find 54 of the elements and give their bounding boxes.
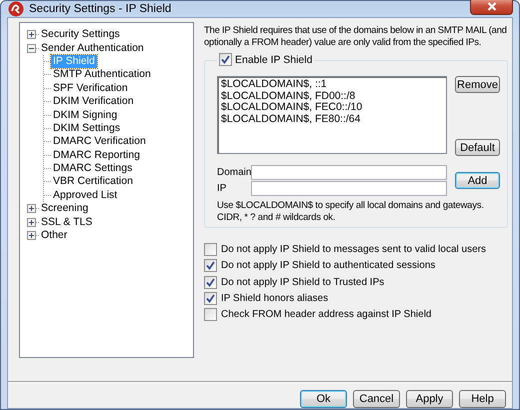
- tree-item[interactable]: Approved List: [51, 188, 120, 202]
- list-item[interactable]: $LOCALDOMAIN$, ::1: [221, 79, 443, 90]
- tree-item[interactable]: VBR Certification: [51, 175, 135, 188]
- tree-item[interactable]: DKIM Signing: [51, 108, 120, 122]
- checkbox[interactable]: [204, 243, 217, 256]
- checkbox-label: IP Shield honors aliases: [221, 293, 328, 304]
- tree-item[interactable]: Sender Authentication: [39, 42, 146, 55]
- tree-item[interactable]: Security Settings: [39, 28, 122, 42]
- default-button[interactable]: Default: [455, 139, 500, 156]
- field-label: Domain: [217, 166, 251, 180]
- checkbox-label: Do not apply IP Shield to messages sent to valid local users: [221, 244, 486, 256]
- ip-field[interactable]: [251, 181, 447, 196]
- checkbox-label: Do not apply IP Shield to Trusted IPs: [221, 276, 384, 288]
- dialog-button[interactable]: Help: [459, 390, 506, 408]
- checkbox-label: Enable IP Shield: [235, 54, 312, 66]
- tree-item[interactable]: DMARC Verification: [51, 135, 148, 148]
- tree-item[interactable]: Screening: [39, 202, 90, 216]
- expand-icon[interactable]: [27, 231, 36, 240]
- checkbox[interactable]: [219, 53, 232, 66]
- dialog-button[interactable]: Ok: [300, 390, 347, 408]
- checkbox[interactable]: [204, 259, 217, 272]
- list-item[interactable]: $LOCALDOMAIN$, FEC0::/10: [221, 102, 443, 114]
- remove-button[interactable]: Remove: [455, 76, 500, 93]
- checkbox[interactable]: [204, 276, 217, 289]
- app-logo-icon: [8, 1, 24, 17]
- tree-item[interactable]: DMARC Reporting: [51, 148, 142, 162]
- checkbox-label: Check FROM header address against IP Shield: [221, 309, 432, 320]
- tree-item[interactable]: DKIM Verification: [51, 95, 136, 108]
- domain-field[interactable]: [251, 165, 447, 180]
- entry-list[interactable]: $LOCALDOMAIN$, ::1 $LOCALDOMAIN$, FD00::/8 $LOCALDOMAIN$, FEC0::/10 $LOCALDOMAIN$, FE80::/64: [217, 76, 447, 154]
- dialog-button[interactable]: Cancel: [353, 390, 400, 408]
- description-text: The IP Shield requires that use of the domains below in an SMTP MAIL (and optionally a FROM header) value are only valid from the specified IPs.: [204, 25, 507, 49]
- dialog-button[interactable]: Apply: [406, 390, 453, 408]
- expand-icon[interactable]: [27, 204, 36, 214]
- add-button[interactable]: Add: [455, 172, 500, 189]
- checkbox[interactable]: [204, 292, 217, 306]
- checkbox[interactable]: [204, 308, 217, 322]
- collapse-icon[interactable]: [27, 44, 36, 53]
- list-item[interactable]: $LOCALDOMAIN$, FE80::/64: [221, 114, 443, 125]
- tree-item[interactable]: SPF Verification: [51, 82, 130, 95]
- close-button[interactable]: [470, 0, 513, 15]
- tree-item[interactable]: Other: [39, 229, 70, 242]
- checkbox-label: Do not apply IP Shield to authenticated sessions: [221, 260, 436, 272]
- tree-item[interactable]: DMARC Settings: [51, 162, 134, 176]
- expand-icon[interactable]: [27, 218, 36, 227]
- expand-icon[interactable]: [27, 30, 36, 40]
- field-label: IP: [217, 182, 228, 196]
- tree-item[interactable]: SSL & TLS: [39, 216, 94, 229]
- tree-item[interactable]: DKIM Settings: [51, 122, 122, 135]
- tree-item[interactable]: SMTP Authentication: [51, 68, 153, 82]
- hint-text: Use $LOCALDOMAIN$ to specify all local domains and gateways. CIDR, * ? and # wildcards ok.: [217, 200, 484, 223]
- window-title: Security Settings - IP Shield: [29, 3, 172, 15]
- list-item[interactable]: $LOCALDOMAIN$, FD00::/8: [221, 90, 443, 102]
- close-icon: [486, 2, 496, 10]
